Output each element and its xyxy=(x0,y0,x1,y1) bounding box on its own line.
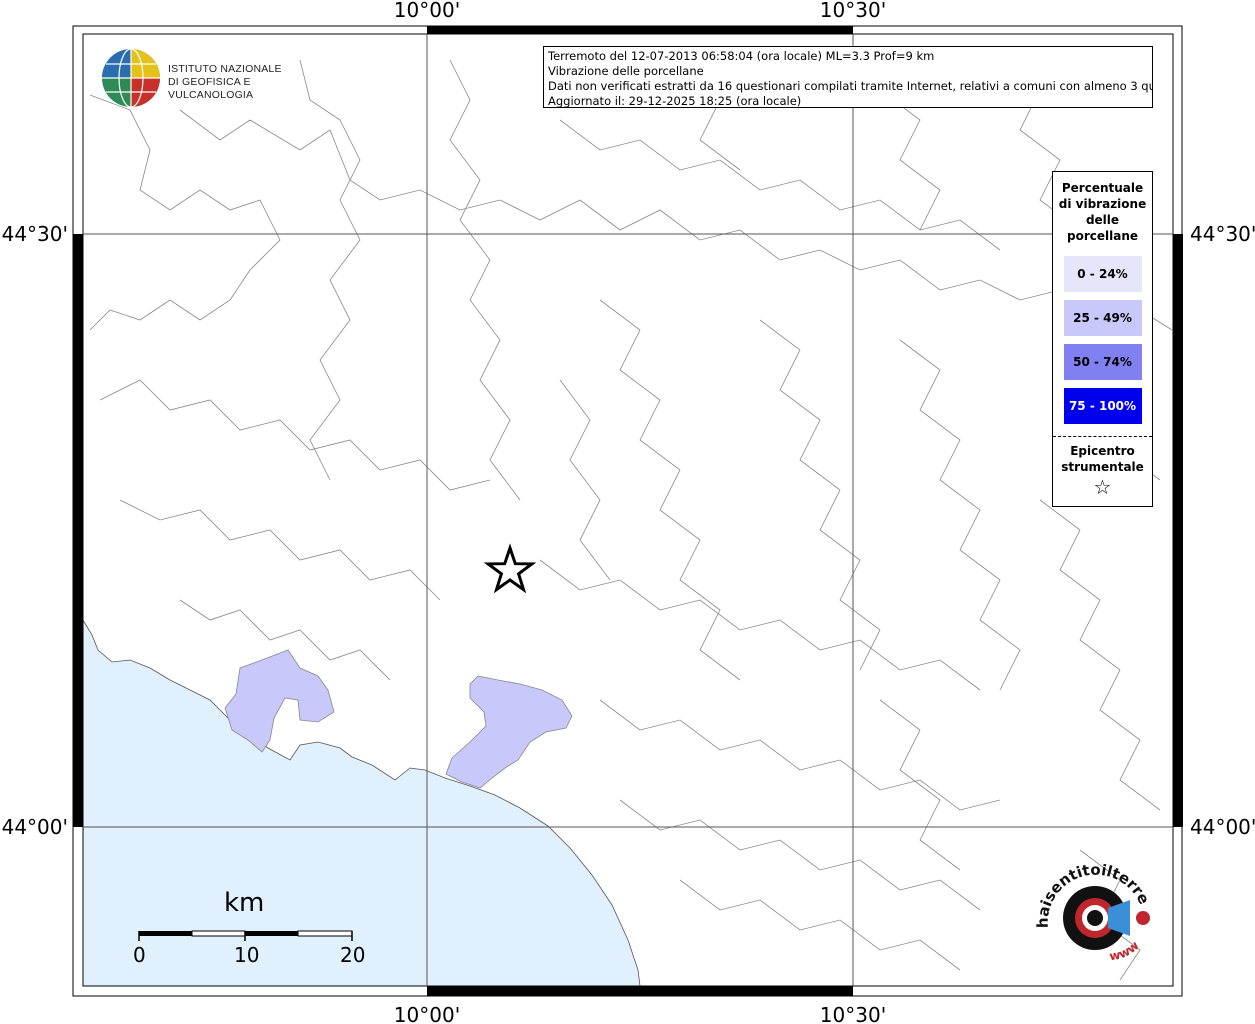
lat-label-right-1: 44°30' xyxy=(1190,222,1255,246)
legend-epicenter-label: Epicentro strumentale xyxy=(1053,443,1152,475)
ingv-name-line1: ISTITUTO NAZIONALE xyxy=(168,63,282,75)
legend-class-75-100: 75 - 100% xyxy=(1063,388,1142,424)
legend-class-0-24: 0 - 24% xyxy=(1063,256,1142,292)
legend-epicenter-line: strumentale xyxy=(1061,460,1144,474)
lon-label-top-1: 10°00' xyxy=(394,0,460,22)
ingv-name-line2: DI GEOFISICA E VULCANOLOGIA xyxy=(168,76,254,101)
hai-sentito-logo-icon: haisentitoilterremoto.it www xyxy=(1022,846,1153,963)
scale-label-10: 10 xyxy=(234,943,260,967)
scale-unit: km xyxy=(224,888,265,918)
event-info-line3: Dati non verificati estratti da 16 quest… xyxy=(548,79,1153,93)
hai-sentito-logo: haisentitoilterremoto.it www xyxy=(1022,846,1160,980)
legend-title-line: di vibrazione xyxy=(1058,197,1147,211)
legend-divider xyxy=(1053,436,1152,437)
lat-label-right-2: 44°00' xyxy=(1190,815,1255,839)
legend-class-25-49: 25 - 49% xyxy=(1063,300,1142,336)
ingv-globe-icon xyxy=(102,48,160,108)
event-info-box: Terremoto del 12-07-2013 06:58:04 (ora l… xyxy=(543,46,1153,108)
legend-title-line: Percentuale xyxy=(1061,181,1144,195)
lon-label-top-2: 10°30' xyxy=(820,0,886,22)
legend: Percentuale di vibrazione delle porcella… xyxy=(1052,171,1153,507)
scale-label-0: 0 xyxy=(133,943,146,967)
lat-label-left-1: 44°30' xyxy=(2,222,68,246)
lon-label-bottom-1: 10°00' xyxy=(394,1003,460,1024)
legend-title: Percentuale di vibrazione delle porcella… xyxy=(1053,180,1152,244)
scale-label-20: 20 xyxy=(340,943,366,967)
legend-title-line: delle xyxy=(1085,213,1120,227)
legend-star-icon: ☆ xyxy=(1093,475,1112,499)
lat-label-left-2: 44°00' xyxy=(2,815,68,839)
legend-epicenter-line: Epicentro xyxy=(1070,444,1135,458)
legend-title-line: porcellane xyxy=(1066,229,1138,243)
lon-label-bottom-2: 10°30' xyxy=(820,1003,886,1024)
event-info-line1: Terremoto del 12-07-2013 06:58:04 (ora l… xyxy=(548,49,935,63)
event-info-line4: Aggiornato il: 29-12-2025 18:25 (ora loc… xyxy=(548,94,802,108)
ingv-logo: ISTITUTO NAZIONALE DI GEOFISICA E VULCAN… xyxy=(100,47,320,109)
legend-class-50-74: 50 - 74% xyxy=(1063,344,1142,380)
event-info-line2: Vibrazione delle porcellane xyxy=(548,64,704,78)
ingv-name: ISTITUTO NAZIONALE DI GEOFISICA E VULCAN… xyxy=(168,63,320,102)
